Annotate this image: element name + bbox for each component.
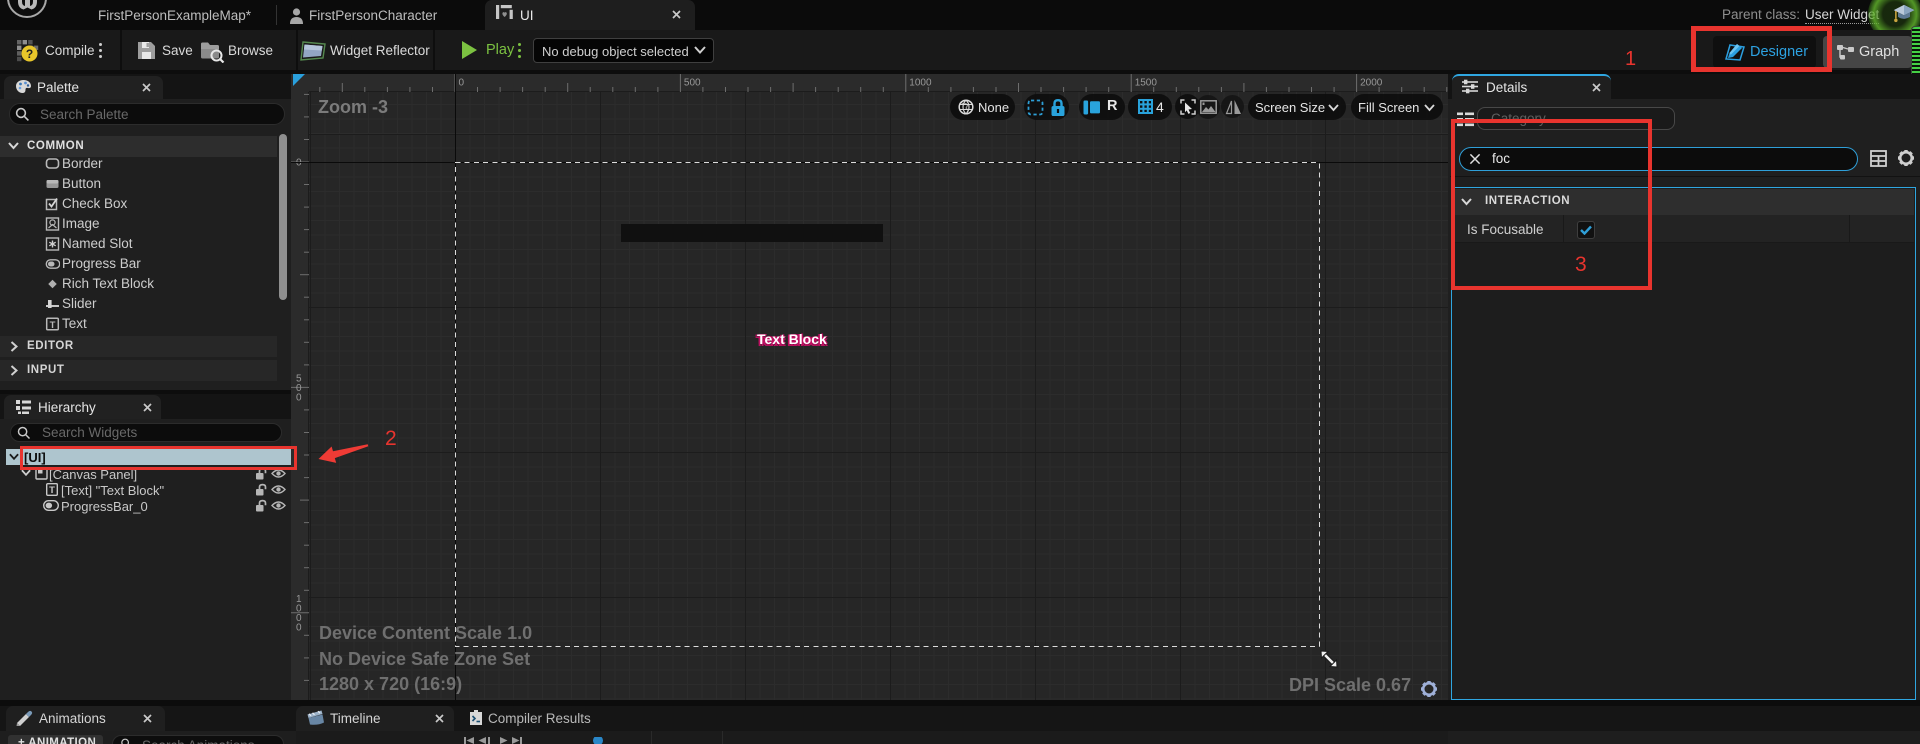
svg-text:0: 0 [459, 78, 465, 89]
svg-text:1500: 1500 [1135, 78, 1158, 89]
svg-text:T: T [49, 485, 55, 496]
svg-text:500: 500 [296, 373, 302, 403]
svg-text:500: 500 [684, 78, 701, 89]
svg-text:1000: 1000 [296, 594, 302, 634]
svg-text:T: T [50, 320, 56, 331]
svg-text:?: ? [26, 47, 33, 61]
svg-text:1000: 1000 [909, 78, 932, 89]
svg-text:2000: 2000 [1360, 78, 1383, 89]
